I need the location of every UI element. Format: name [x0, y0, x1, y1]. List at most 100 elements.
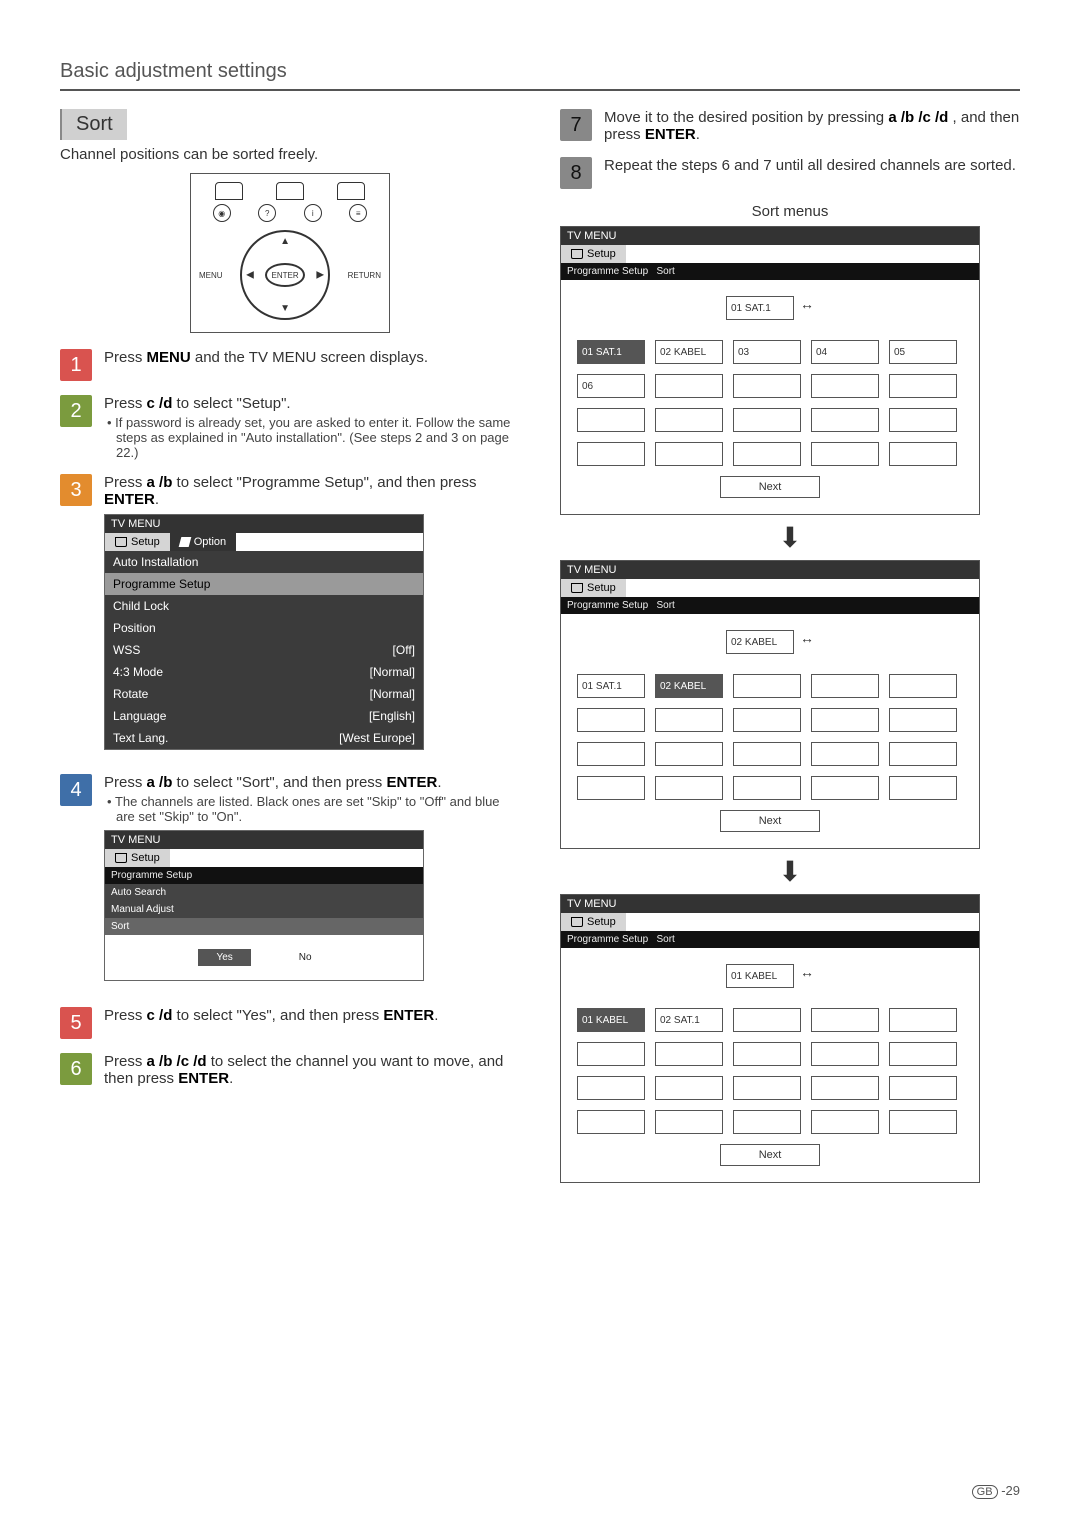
sort-slot[interactable] [733, 1076, 801, 1100]
sort-slot[interactable] [655, 1042, 723, 1066]
next-button[interactable]: Next [720, 476, 820, 498]
list-item[interactable]: Auto Search [105, 884, 423, 901]
sort-slot[interactable] [655, 408, 723, 432]
sort-slot[interactable] [811, 708, 879, 732]
sort-slot[interactable] [655, 374, 723, 398]
sort-slot[interactable] [655, 442, 723, 466]
sort-slot[interactable]: 01 SAT.1 [577, 340, 645, 364]
sort-slot[interactable]: 03 [733, 340, 801, 364]
sort-slot[interactable] [733, 776, 801, 800]
sort-slot[interactable] [577, 408, 645, 432]
sort-slot[interactable] [733, 408, 801, 432]
list-item[interactable]: WSS[Off] [105, 639, 423, 661]
sort-slot[interactable] [655, 776, 723, 800]
step-text: Press a /b /c /d to select the channel y… [104, 1053, 520, 1087]
next-button[interactable]: Next [720, 810, 820, 832]
sort-slot[interactable] [889, 1042, 957, 1066]
sort-highlight-slot[interactable]: 02 KABEL [726, 630, 794, 654]
list-item[interactable]: Sort [105, 918, 423, 935]
tv-menu-title: TV MENU [105, 515, 423, 533]
list-item[interactable]: Manual Adjust [105, 901, 423, 918]
sort-slot[interactable] [811, 442, 879, 466]
list-item[interactable]: Auto Installation [105, 551, 423, 573]
sort-slot[interactable] [889, 1076, 957, 1100]
sort-slot[interactable] [889, 408, 957, 432]
sort-slot[interactable] [811, 776, 879, 800]
next-button[interactable]: Next [720, 1144, 820, 1166]
sort-slot[interactable] [889, 374, 957, 398]
sort-slot[interactable] [733, 708, 801, 732]
tab-setup[interactable]: Setup [561, 245, 626, 263]
sort-slot[interactable] [577, 1042, 645, 1066]
sort-slot[interactable]: 01 SAT.1 [577, 674, 645, 698]
sort-slot[interactable] [655, 742, 723, 766]
tv-breadcrumb: Programme Setup [105, 867, 423, 884]
sort-slot[interactable]: 01 KABEL [577, 1008, 645, 1032]
remote-button [337, 182, 365, 200]
sort-slot[interactable] [811, 374, 879, 398]
arrow-down-icon: ⬇ [560, 855, 1020, 888]
sort-slot[interactable] [733, 442, 801, 466]
sort-slot[interactable] [889, 674, 957, 698]
sort-slot[interactable]: 02 KABEL [655, 340, 723, 364]
sort-slot[interactable] [733, 1110, 801, 1134]
step-4: 4 Press a /b to select "Sort", and then … [60, 774, 520, 993]
sort-slot[interactable] [655, 1110, 723, 1134]
sort-slot[interactable] [811, 742, 879, 766]
sort-slot[interactable] [733, 1008, 801, 1032]
sort-slot[interactable] [577, 1076, 645, 1100]
sort-slot[interactable] [577, 1110, 645, 1134]
sort-slot[interactable] [811, 674, 879, 698]
sort-slot[interactable]: 06 [577, 374, 645, 398]
step-text: Press MENU and the TV MENU screen displa… [104, 349, 520, 381]
sort-slot[interactable]: 02 KABEL [655, 674, 723, 698]
sort-slot[interactable] [889, 1008, 957, 1032]
tab-setup[interactable]: Setup [105, 849, 170, 867]
arrow-left-icon: ◀ [246, 270, 254, 281]
tab-setup[interactable]: Setup [561, 913, 626, 931]
sort-slot[interactable] [811, 1008, 879, 1032]
sort-slot[interactable] [733, 742, 801, 766]
yes-button[interactable]: Yes [198, 949, 250, 966]
sort-slot[interactable] [811, 1110, 879, 1134]
sort-slot[interactable] [733, 674, 801, 698]
list-item[interactable]: Programme Setup [105, 573, 423, 595]
step-number: 4 [60, 774, 92, 806]
sort-slot[interactable] [889, 442, 957, 466]
tv-menu-list: Auto Installation Programme Setup Child … [105, 551, 423, 749]
remote-return-label: RETURN [348, 271, 381, 280]
sort-slot[interactable] [577, 708, 645, 732]
sort-slot[interactable] [811, 408, 879, 432]
page-footer: GB -29 [972, 1483, 1020, 1498]
sort-slot[interactable]: 04 [811, 340, 879, 364]
step-text: Press c /d to select "Yes", and then pre… [104, 1007, 520, 1039]
tab-setup[interactable]: Setup [105, 533, 170, 551]
no-button[interactable]: No [281, 949, 330, 966]
list-item[interactable]: Rotate[Normal] [105, 683, 423, 705]
tab-setup[interactable]: Setup [561, 579, 626, 597]
sort-slot[interactable] [733, 374, 801, 398]
list-item[interactable]: Text Lang.[West Europe] [105, 727, 423, 749]
tab-option[interactable]: Option [170, 533, 236, 551]
sort-slot[interactable] [577, 742, 645, 766]
sort-highlight-slot[interactable]: 01 KABEL [726, 964, 794, 988]
list-item[interactable]: 4:3 Mode[Normal] [105, 661, 423, 683]
tv-icon [571, 249, 583, 259]
sort-slot[interactable] [655, 708, 723, 732]
list-item[interactable]: Position [105, 617, 423, 639]
sort-slot[interactable] [733, 1042, 801, 1066]
sort-slot[interactable]: 05 [889, 340, 957, 364]
sort-highlight-slot[interactable]: 01 SAT.1 [726, 296, 794, 320]
sort-slot[interactable] [889, 1110, 957, 1134]
sort-slot[interactable] [811, 1042, 879, 1066]
sort-slot[interactable] [889, 776, 957, 800]
sort-slot[interactable] [811, 1076, 879, 1100]
sort-slot[interactable] [655, 1076, 723, 1100]
sort-slot[interactable] [577, 442, 645, 466]
sort-slot[interactable] [889, 742, 957, 766]
sort-slot[interactable] [577, 776, 645, 800]
list-item[interactable]: Child Lock [105, 595, 423, 617]
sort-slot[interactable] [889, 708, 957, 732]
list-item[interactable]: Language[English] [105, 705, 423, 727]
sort-slot[interactable]: 02 SAT.1 [655, 1008, 723, 1032]
